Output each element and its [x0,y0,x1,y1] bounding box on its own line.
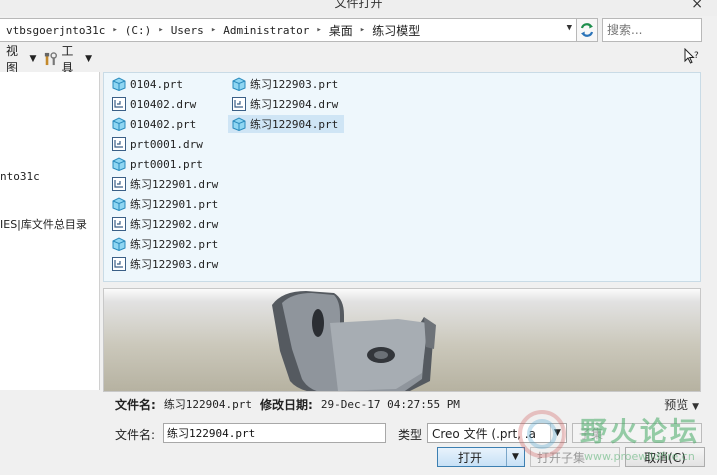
file-name: 练习122901.prt [130,198,219,211]
search-input[interactable] [602,18,702,42]
file-item[interactable]: 练习122902.prt [108,235,224,253]
pointer-help-icon: ? [684,47,699,64]
file-item[interactable]: 练习122902.drw [108,215,224,233]
tools-menu-button[interactable]: 工具 ▼ [44,42,92,76]
chevron-down-icon: ▼ [29,54,37,64]
drawing-file-icon [112,257,126,271]
chevron-down-icon[interactable]: ▼ [550,424,564,442]
toolbar: 视图 ▼ 工具 ▼ [0,44,100,75]
cancel-label: 取消(C) [644,450,686,465]
drawing-file-icon [112,97,126,111]
file-name: 练习122901.drw [130,178,219,191]
breadcrumb-separator[interactable]: ▸ [316,25,321,35]
title-bar: 文件打开 × [0,0,717,16]
model-preview [103,288,701,392]
file-name: 练习122904.drw [250,98,339,111]
breadcrumb-practice-models[interactable]: 练习模型 [372,22,420,39]
drawing-file-icon [232,97,246,111]
file-name: 练习122902.drw [130,218,219,231]
part-file-icon [112,117,126,131]
breadcrumb-separator[interactable]: ▸ [158,25,163,35]
address-bar[interactable]: vtbsgoerjnto31c ▸ (C:) ▸ Users ▸ Adminis… [0,18,577,42]
file-name: 练习122904.prt [250,118,339,131]
view-label: 视图 [6,44,19,75]
tools-label: 工具 [61,44,74,75]
part-file-icon [112,157,126,171]
file-item[interactable]: prt0001.drw [108,135,209,153]
breadcrumb-separator[interactable]: ▸ [112,25,117,35]
file-name: 010402.drw [130,97,197,111]
address-dropdown-icon[interactable]: ▼ [567,23,572,33]
file-name: 练习122902.prt [130,238,219,251]
chevron-down-icon: ▼ [85,54,92,64]
file-item[interactable]: 0104.prt [108,75,189,93]
breadcrumb-drive[interactable]: (C:) [125,24,152,37]
file-list[interactable]: 0104.prt 010402.drw 010402.prt prt0001.drw p… [103,72,701,282]
info-filename-label: 文件名: [115,397,156,412]
subset-button[interactable]: 子集 [572,423,702,443]
file-name: 练习122903.prt [250,78,339,91]
svg-text:?: ? [694,51,699,61]
window-title: 文件打开 [334,0,383,10]
info-filename-value: 练习122904.prt [163,398,253,411]
breadcrumb-computer[interactable]: vtbsgoerjnto31c [6,24,105,37]
file-item[interactable]: 练习122901.prt [108,195,224,213]
file-item[interactable]: prt0001.prt [108,155,209,173]
file-item[interactable]: 010402.prt [108,115,202,133]
drawing-file-icon [112,137,126,151]
sidebar-item-computer[interactable]: nto31c [0,170,40,183]
open-button[interactable]: 打开 ▼ [437,447,525,467]
file-name: 0104.prt [130,77,183,91]
drawing-file-icon [112,217,126,231]
file-name: prt0001.drw [130,137,203,151]
breadcrumb-separator[interactable]: ▸ [211,25,216,35]
open-dropdown-icon[interactable]: ▼ [506,448,524,466]
breadcrumb-separator[interactable]: ▸ [360,25,365,35]
cancel-button[interactable]: 取消(C) [625,447,705,467]
refresh-button[interactable] [576,18,598,42]
subset-label: 子集 [579,426,604,441]
info-modified-value: 29-Dec-17 04:27:55 PM [320,397,460,411]
file-item[interactable]: 练习122901.drw [108,175,224,193]
chevron-down-icon: ▼ [692,402,699,412]
context-help-button[interactable]: ? [683,47,701,69]
part-file-icon [232,117,246,131]
file-item[interactable]: 练习122904.drw [228,95,344,113]
info-modified-label: 修改日期: [260,397,313,412]
file-type-select[interactable]: Creo 文件 (.prt, .a ▼ [427,423,567,443]
part-file-icon [112,197,126,211]
file-name: 练习122903.drw [130,258,219,271]
open-subset-label: 打开子集 [537,450,586,465]
open-label: 打开 [458,450,483,465]
part-file-icon [232,77,246,91]
navigation-sidebar: nto31c IES|库文件总目录 [0,72,100,390]
file-type-value: Creo 文件 (.prt, .a [432,426,536,441]
breadcrumb-users[interactable]: Users [171,24,204,37]
drawing-file-icon [112,177,126,191]
close-button[interactable]: × [691,0,703,12]
view-menu-button[interactable]: 视图 ▼ [6,42,36,76]
part-file-icon [112,77,126,91]
type-label: 类型 [398,428,423,442]
file-item[interactable]: 练习122903.prt [228,75,344,93]
filename-input[interactable] [163,423,386,443]
filename-label: 文件名: [115,428,156,442]
preview-toggle[interactable]: 预览 ▼ [664,396,699,413]
file-name: 010402.prt [130,117,197,131]
sidebar-item-library-directory[interactable]: IES|库文件总目录 [0,216,87,232]
open-subset-button[interactable]: 打开子集 [530,447,620,467]
preview-toggle-label: 预览 [664,398,689,412]
refresh-icon [580,23,594,37]
part-file-icon [112,237,126,251]
file-item[interactable]: 练习122904.prt [228,115,345,133]
file-item[interactable]: 010402.drw [108,95,202,113]
model-preview-image [272,291,436,391]
file-info-bar: 文件名: 练习122904.prt 修改日期: 29-Dec-17 04:27:… [103,394,701,414]
breadcrumb-desktop[interactable]: 桌面 [329,22,353,39]
tools-icon [45,52,58,66]
file-item[interactable]: 练习122903.drw [108,255,224,273]
file-name: prt0001.prt [130,157,203,171]
breadcrumb-administrator[interactable]: Administrator [223,24,309,37]
